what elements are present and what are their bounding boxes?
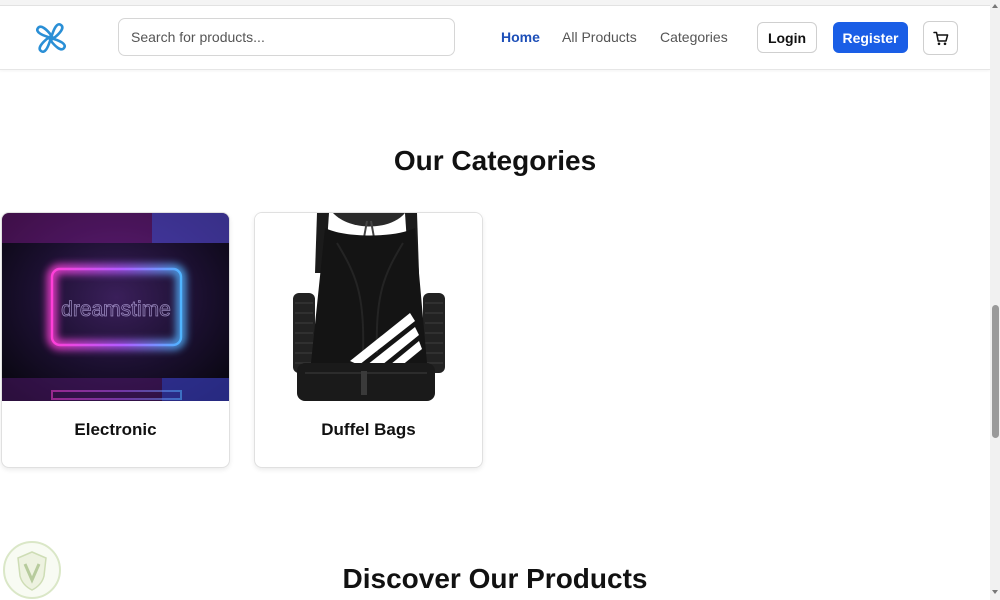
neon-frame-image: dreamstime	[2, 213, 229, 401]
cart-button[interactable]	[923, 21, 958, 55]
propeller-logo-icon[interactable]	[33, 20, 69, 56]
image-watermark-text: dreamstime	[61, 298, 171, 321]
products-section-title: Discover Our Products	[342, 563, 648, 594]
drawstring-backpack-image	[255, 213, 482, 401]
search-input[interactable]	[118, 18, 455, 56]
cart-icon	[932, 31, 948, 45]
scroll-down-arrow-icon[interactable]	[992, 590, 998, 594]
scrollbar-thumb[interactable]	[992, 305, 999, 438]
shield-logo-watermark	[3, 541, 61, 599]
login-button[interactable]: Login	[757, 22, 817, 53]
register-button[interactable]: Register	[833, 22, 908, 53]
scroll-up-arrow-icon[interactable]	[992, 4, 998, 8]
nav-link-all-products[interactable]: All Products	[562, 29, 637, 45]
category-label: Electronic	[74, 420, 157, 439]
vertical-scrollbar[interactable]	[990, 0, 1000, 600]
category-label: Duffel Bags	[321, 420, 416, 439]
category-card-duffel-bags[interactable]: Duffel Bags	[254, 212, 483, 468]
navbar: Home All Products Categories Login Regis…	[0, 6, 990, 70]
nav-link-categories[interactable]: Categories	[660, 29, 728, 45]
categories-section-title: Our Categories	[393, 145, 597, 176]
category-card-electronic[interactable]: dreamstime Electronic	[1, 212, 230, 468]
nav-link-home[interactable]: Home	[501, 29, 540, 45]
